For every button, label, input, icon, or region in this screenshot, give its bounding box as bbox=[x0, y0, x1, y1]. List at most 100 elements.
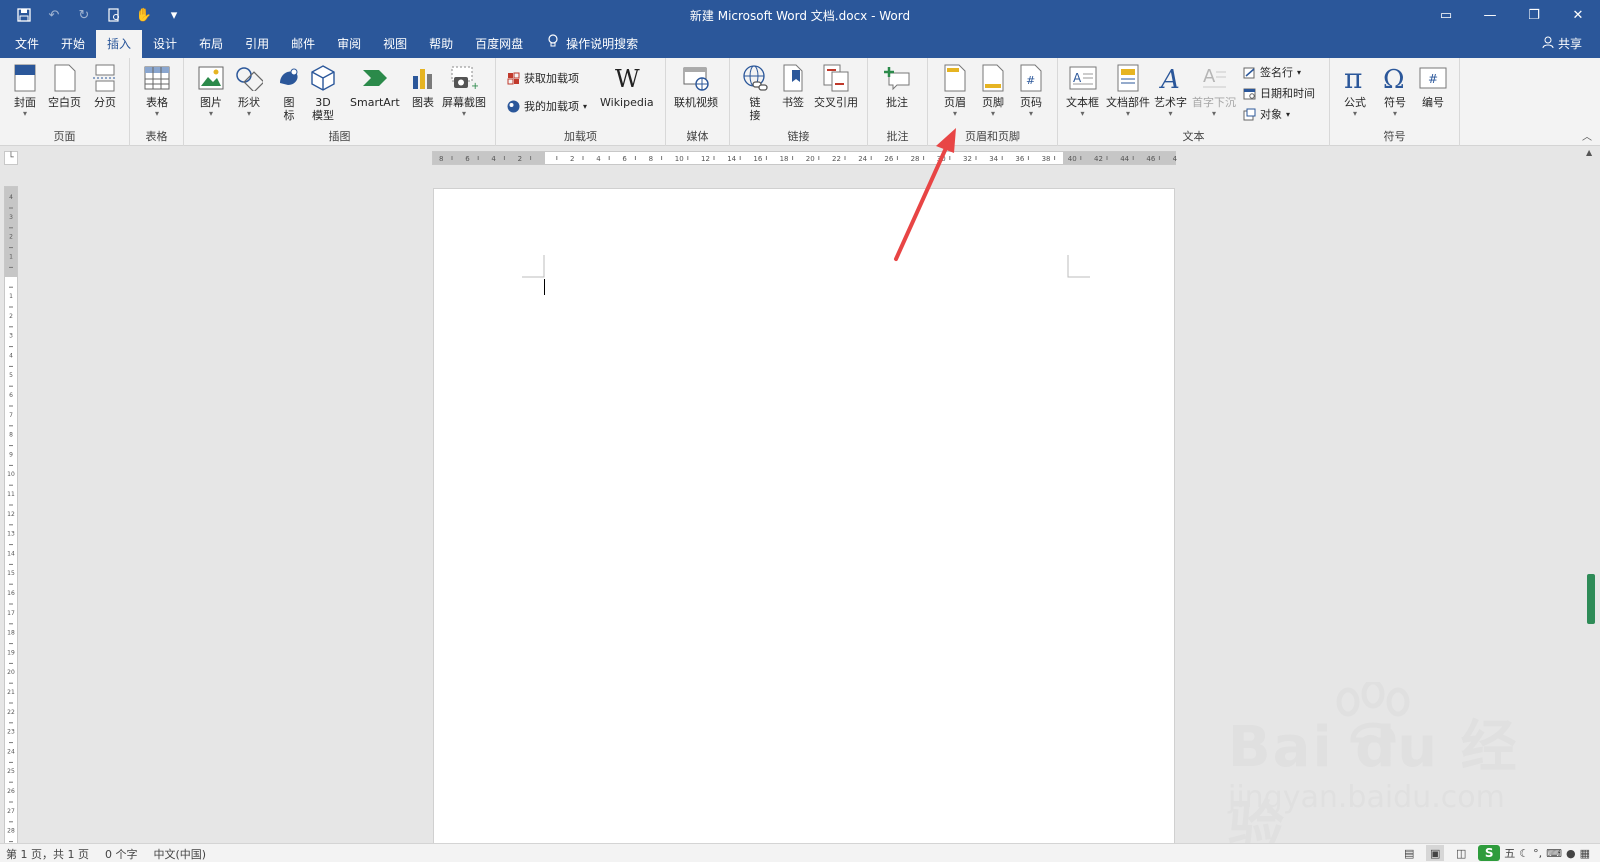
ruler-tick-label: 36 bbox=[1015, 155, 1024, 163]
sogou-logo-icon[interactable]: S bbox=[1478, 845, 1501, 861]
user-icon[interactable]: ● bbox=[1566, 847, 1576, 860]
page-break-label: 分页 bbox=[94, 96, 116, 109]
punctuation-icon[interactable]: °, bbox=[1533, 847, 1542, 860]
text-box-label: 文本框 bbox=[1066, 96, 1099, 109]
svg-text:π: π bbox=[1344, 64, 1362, 92]
icons-button[interactable]: 图 标 bbox=[274, 62, 304, 122]
tab-file[interactable]: 文件 bbox=[4, 30, 50, 58]
keyboard-icon[interactable]: ⌨ bbox=[1546, 847, 1562, 860]
drop-cap-button[interactable]: A 首字下沉 ▾ bbox=[1192, 62, 1236, 118]
vertical-ruler[interactable]: 4 3 2 1 1 2 3 4 5 6 7 8 9 10 11 12 13 14 15 16 17 18 19 20 21 22 2… bbox=[4, 186, 18, 843]
cover-page-label: 封面 bbox=[14, 96, 36, 109]
share-button[interactable]: 共享 bbox=[1542, 30, 1582, 58]
tab-insert[interactable]: 插入 bbox=[96, 30, 143, 58]
online-video-label: 联机视频 bbox=[674, 96, 718, 109]
ribbon-display-options-icon[interactable]: ▭ bbox=[1424, 0, 1468, 30]
numbering-icon: # bbox=[1418, 62, 1448, 94]
minimize-icon[interactable]: — bbox=[1468, 0, 1512, 30]
my-addins-icon bbox=[506, 99, 520, 113]
restore-icon[interactable]: ❐ bbox=[1512, 0, 1556, 30]
object-button[interactable]: 对象 ▾ bbox=[1242, 104, 1290, 124]
signature-line-button[interactable]: 签名行 ▾ bbox=[1242, 62, 1301, 82]
wordart-icon: A bbox=[1156, 62, 1186, 94]
signature-line-label: 签名行 bbox=[1260, 66, 1293, 79]
word-count[interactable]: 0 个字 bbox=[105, 846, 138, 862]
tab-home[interactable]: 开始 bbox=[50, 30, 96, 58]
web-layout-icon[interactable]: ◫ bbox=[1452, 845, 1470, 861]
vertical-ruler-tick-label: 2 bbox=[9, 234, 13, 241]
vertical-ruler-tick-label: 18 bbox=[7, 630, 15, 637]
print-layout-icon[interactable]: ▣ bbox=[1426, 845, 1445, 861]
page-break-button[interactable]: 分页 bbox=[90, 62, 120, 109]
tab-view[interactable]: 视图 bbox=[372, 30, 418, 58]
screenshot-button[interactable]: + 屏幕截图 ▾ bbox=[442, 62, 486, 118]
page-number-button[interactable]: # 页码 ▾ bbox=[1016, 62, 1046, 118]
tab-layout[interactable]: 布局 bbox=[188, 30, 234, 58]
equation-button[interactable]: π 公式 ▾ bbox=[1340, 62, 1370, 118]
header-icon bbox=[940, 62, 970, 94]
ruler-tick-label: 32 bbox=[963, 155, 972, 163]
date-time-label: 日期和时间 bbox=[1260, 87, 1315, 100]
page-count[interactable]: 第 1 页，共 1 页 bbox=[6, 846, 89, 862]
tab-selector[interactable]: └ bbox=[4, 151, 18, 165]
tab-mailings[interactable]: 邮件 bbox=[280, 30, 326, 58]
ruler-tick-label: 44 bbox=[1120, 155, 1129, 163]
vertical-ruler-tick-label: 9 bbox=[9, 451, 13, 458]
status-left: 第 1 页，共 1 页 0 个字 中文(中国) bbox=[6, 846, 206, 862]
link-button[interactable]: 链 接 bbox=[740, 62, 770, 122]
collapse-ribbon-icon[interactable]: ︿ bbox=[1582, 128, 1592, 143]
wordart-button[interactable]: A 艺术字 ▾ bbox=[1154, 62, 1187, 118]
table-button[interactable]: 表格 ▾ bbox=[142, 62, 172, 118]
ruler-tick-label: 2 bbox=[518, 155, 522, 163]
online-video-button[interactable]: 联机视频 bbox=[674, 62, 718, 109]
smartart-button[interactable]: SmartArt bbox=[350, 62, 400, 109]
pictures-button[interactable]: 图片 ▾ bbox=[196, 62, 226, 118]
tab-help[interactable]: 帮助 bbox=[418, 30, 464, 58]
ime-toolbar: S 五 ☾ °, ⌨ ● ▦ bbox=[1478, 845, 1590, 861]
moon-icon[interactable]: ☾ bbox=[1519, 847, 1529, 860]
grid-icon[interactable]: ▦ bbox=[1580, 847, 1590, 860]
document-page[interactable] bbox=[433, 188, 1175, 843]
cover-page-button[interactable]: 封面 ▾ bbox=[10, 62, 40, 118]
tab-references[interactable]: 引用 bbox=[234, 30, 280, 58]
vertical-scrollbar[interactable]: ▲ bbox=[1583, 146, 1600, 843]
shapes-button[interactable]: 形状 ▾ bbox=[234, 62, 264, 118]
date-time-button[interactable]: 日期和时间 bbox=[1242, 83, 1315, 103]
tell-me-search[interactable]: 操作说明搜索 bbox=[534, 30, 649, 58]
tab-design[interactable]: 设计 bbox=[142, 30, 188, 58]
chart-label: 图表 bbox=[412, 96, 434, 109]
vertical-ruler-tick-label: 21 bbox=[7, 689, 15, 696]
ribbon-tab-bar: 文件 开始 插入 设计 布局 引用 邮件 审阅 视图 帮助 百度网盘 操作说明搜… bbox=[0, 30, 1600, 58]
3d-models-button[interactable]: 3D 模型 bbox=[308, 62, 338, 122]
blank-page-button[interactable]: 空白页 bbox=[48, 62, 81, 109]
read-mode-icon[interactable]: ▤ bbox=[1400, 845, 1418, 861]
new-comment-button[interactable]: 批注 bbox=[882, 62, 912, 109]
symbol-button[interactable]: Ω 符号 ▾ bbox=[1380, 62, 1410, 118]
ribbon-tabs: 文件 开始 插入 设计 布局 引用 邮件 审阅 视图 帮助 百度网盘 操作说明搜… bbox=[4, 30, 649, 58]
tab-baidu-netdisk[interactable]: 百度网盘 bbox=[464, 30, 534, 58]
numbering-button[interactable]: # 编号 bbox=[1418, 62, 1448, 109]
cross-reference-button[interactable]: 交叉引用 bbox=[814, 62, 858, 109]
ime-mode[interactable]: 五 bbox=[1504, 845, 1515, 861]
quick-parts-button[interactable]: 文档部件 ▾ bbox=[1106, 62, 1150, 118]
my-addins-button[interactable]: 我的加载项 ▾ bbox=[506, 96, 587, 116]
header-button[interactable]: 页眉 ▾ bbox=[940, 62, 970, 118]
chart-button[interactable]: 图表 bbox=[408, 62, 438, 109]
tab-review[interactable]: 审阅 bbox=[326, 30, 372, 58]
object-label: 对象 bbox=[1260, 108, 1282, 121]
vertical-ruler-tick-label: 20 bbox=[7, 669, 15, 676]
svg-text:A: A bbox=[1159, 65, 1180, 92]
group-pages: 封面 ▾ 空白页 分页 页面 bbox=[0, 58, 130, 146]
text-box-button[interactable]: A 文本框 ▾ bbox=[1066, 62, 1099, 118]
language-indicator[interactable]: 中文(中国) bbox=[153, 846, 206, 862]
bookmark-button[interactable]: 书签 bbox=[778, 62, 808, 109]
wikipedia-button[interactable]: W Wikipedia bbox=[600, 62, 654, 109]
footer-button[interactable]: 页脚 ▾ bbox=[978, 62, 1008, 118]
ruler-tick-label: 26 bbox=[884, 155, 893, 163]
horizontal-ruler[interactable]: 8 6 4 2 2 4 6 8 10 12 14 16 18 20 22 24 26 28 30 32 34 36 38 40… bbox=[432, 151, 1177, 165]
group-label-links: 链接 bbox=[787, 130, 810, 143]
scrollbar-thumb[interactable] bbox=[1587, 574, 1595, 624]
close-icon[interactable]: ✕ bbox=[1556, 0, 1600, 30]
scroll-up-icon[interactable]: ▲ bbox=[1586, 148, 1592, 157]
get-addins-button[interactable]: 获取加载项 bbox=[506, 68, 579, 88]
